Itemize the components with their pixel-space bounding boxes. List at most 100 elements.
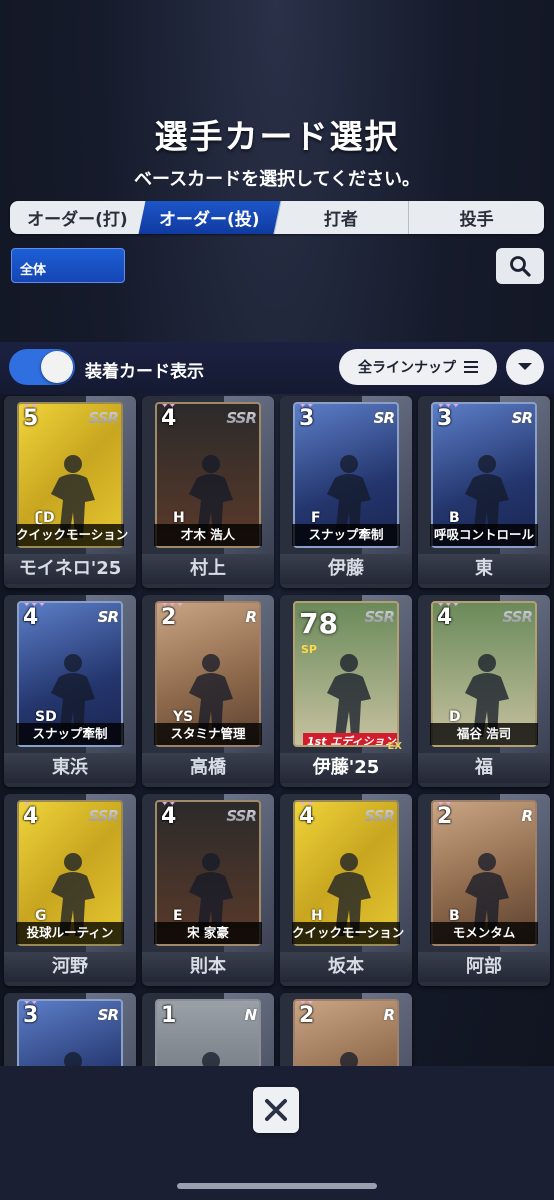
lineup-label: 全ラインナップ <box>358 360 456 376</box>
card-rarity: SSR <box>364 807 395 825</box>
card-rarity: R <box>383 1006 395 1024</box>
card-stars: ✦✦ <box>299 999 315 1008</box>
toggle-knob[interactable] <box>41 351 73 383</box>
search-icon <box>510 256 531 277</box>
tab-bar: オーダー(打) オーダー(投) 打者 投手 <box>10 201 544 234</box>
card-stars: ✦✦ <box>161 800 177 809</box>
player-name: 則本 <box>142 952 274 982</box>
page-subtitle: ベースカードを選択してください。 <box>133 169 421 190</box>
close-button[interactable] <box>253 1087 299 1133</box>
home-indicator <box>177 1183 377 1189</box>
card-overall: 78 <box>299 607 338 640</box>
card-rarity: SR <box>97 608 119 626</box>
player-name: 伊藤'25 <box>280 753 412 783</box>
card-stars: ✦✦✦ <box>437 402 460 411</box>
player-card[interactable]: 1N <box>142 993 274 1066</box>
tab-batters[interactable]: 打者 <box>274 201 410 234</box>
player-name: 東浜 <box>4 753 136 783</box>
tab-order-batting[interactable]: オーダー(打) <box>10 201 146 234</box>
player-silhouette-icon <box>327 654 371 737</box>
card-skill: クイックモーション <box>292 922 404 944</box>
player-card[interactable]: 2 ✦✦✦ YS R スタミナ管理 高橋 <box>142 595 274 787</box>
toggle-label: 装着カード表示 <box>85 362 204 382</box>
player-card[interactable]: 2 ✦✦ B R モメンタム 阿部 <box>418 794 550 986</box>
card-rarity: R <box>521 807 533 825</box>
menu-lines-icon <box>464 361 478 373</box>
player-name: 河野 <box>4 952 136 982</box>
card-stars: ✦✦ <box>437 800 453 809</box>
player-card[interactable]: 3 ✦✦✦ B SR 呼吸コントロール東 <box>418 396 550 588</box>
card-rarity: SR <box>511 409 533 427</box>
tab-label: オーダー(打) <box>27 210 128 230</box>
card-skill: 宋 家豪 <box>154 922 262 944</box>
card-art: 3 ✦✦ SR <box>17 999 123 1066</box>
search-button[interactable] <box>496 248 544 284</box>
card-rarity: SR <box>373 409 395 427</box>
player-silhouette-icon <box>340 1052 358 1066</box>
card-stars: ✦ <box>23 800 31 809</box>
card-rarity: SR <box>97 1006 119 1024</box>
card-rarity: SSR <box>226 409 257 427</box>
player-card[interactable]: 2 ✦✦ R <box>280 993 412 1066</box>
player-card[interactable]: 4 ✦✦ E SSR 宋 家豪 則本 <box>142 794 274 986</box>
card-stars: ✦✦ <box>161 402 177 411</box>
card-stars: ✦✦ <box>23 402 39 411</box>
card-edition: 1st エディション <box>303 733 397 745</box>
card-rarity: R <box>245 608 257 626</box>
player-card[interactable]: 4 ✦✦✦ SD SR スナップ牽制 東浜 <box>4 595 136 787</box>
card-sp-badge: SP <box>301 643 317 656</box>
card-skill: スナップ牽制 <box>292 524 400 546</box>
card-art: 78 SP 1st エディション SSR <box>293 601 399 747</box>
card-grid: 5 ✦✦ ʗD SSR クイックモーション モイネロ'25 4 ✦✦ H SSR 才木 浩人 村上 3 ✦… <box>0 394 554 1066</box>
tab-label: 投手 <box>459 210 494 230</box>
player-card[interactable]: 4 ✦✦ H SSR 才木 浩人 村上 <box>142 396 274 588</box>
equipped-card-toggle[interactable] <box>9 349 75 385</box>
player-name: 村上 <box>142 554 274 584</box>
player-card[interactable]: 4 ✦ G SSR 投球ルーティン 河野 <box>4 794 136 986</box>
close-icon <box>265 1099 287 1121</box>
card-art: 1N <box>155 999 261 1066</box>
filter-all-button[interactable]: 全体 <box>11 248 125 283</box>
card-stars: ✦✦✦ <box>161 601 184 610</box>
tab-pitchers[interactable]: 投手 <box>409 201 544 234</box>
player-name: 阿部 <box>418 952 550 982</box>
page-title: 選手カード選択 <box>154 117 400 156</box>
player-name: 福 <box>418 753 550 783</box>
player-name: 坂本 <box>280 952 412 982</box>
card-skill: スナップ牽制 <box>16 723 124 745</box>
card-skill: クイックモーション <box>16 524 128 546</box>
card-rarity: SSR <box>364 608 395 626</box>
card-skill: 福谷 浩司 <box>430 723 538 745</box>
player-card[interactable]: 5 ✦✦ ʗD SSR クイックモーション モイネロ'25 <box>4 396 136 588</box>
card-stars: ✦✦✦ <box>437 601 460 610</box>
card-skill: スタミナ管理 <box>154 723 262 745</box>
tab-label: オーダー(投) <box>158 210 260 230</box>
chevron-down-icon <box>518 363 532 370</box>
card-stars: ✦✦ <box>299 402 315 411</box>
player-card[interactable]: 4 ✦✦ H SSR クイックモーション 坂本 <box>280 794 412 986</box>
player-card[interactable]: 78 SP 1st エディション SSR EX 伊藤'25 <box>280 595 412 787</box>
player-name: 伊藤 <box>280 554 412 584</box>
sort-dropdown-button[interactable] <box>506 349 544 385</box>
all-lineup-button[interactable]: 全ラインナップ <box>339 349 497 385</box>
card-rarity: SSR <box>88 807 119 825</box>
player-silhouette-icon <box>64 1052 82 1066</box>
player-silhouette-icon <box>202 1052 220 1066</box>
card-rarity: N <box>244 1006 257 1024</box>
tab-label: 打者 <box>323 210 358 230</box>
card-skill: 才木 浩人 <box>154 524 262 546</box>
card-level: 1 <box>161 1003 177 1028</box>
player-name: 高橋 <box>142 753 274 783</box>
tab-order-pitching[interactable]: オーダー(投) <box>138 201 282 234</box>
player-name: 東 <box>418 554 550 584</box>
card-rarity: SSR <box>88 409 119 427</box>
card-ex-badge: EX <box>387 741 402 752</box>
player-card[interactable]: 3 ✦✦ F SR スナップ牽制 伊藤 <box>280 396 412 588</box>
card-rarity: SSR <box>226 807 257 825</box>
card-rarity: SSR <box>502 608 533 626</box>
card-skill: モメンタム <box>430 922 538 944</box>
player-card[interactable]: 3 ✦✦ SR <box>4 993 136 1066</box>
player-card[interactable]: 4 ✦✦✦ D SSR 福谷 浩司福 <box>418 595 550 787</box>
card-stars: ✦✦ <box>23 999 39 1008</box>
card-stars: ✦✦ <box>299 800 315 809</box>
